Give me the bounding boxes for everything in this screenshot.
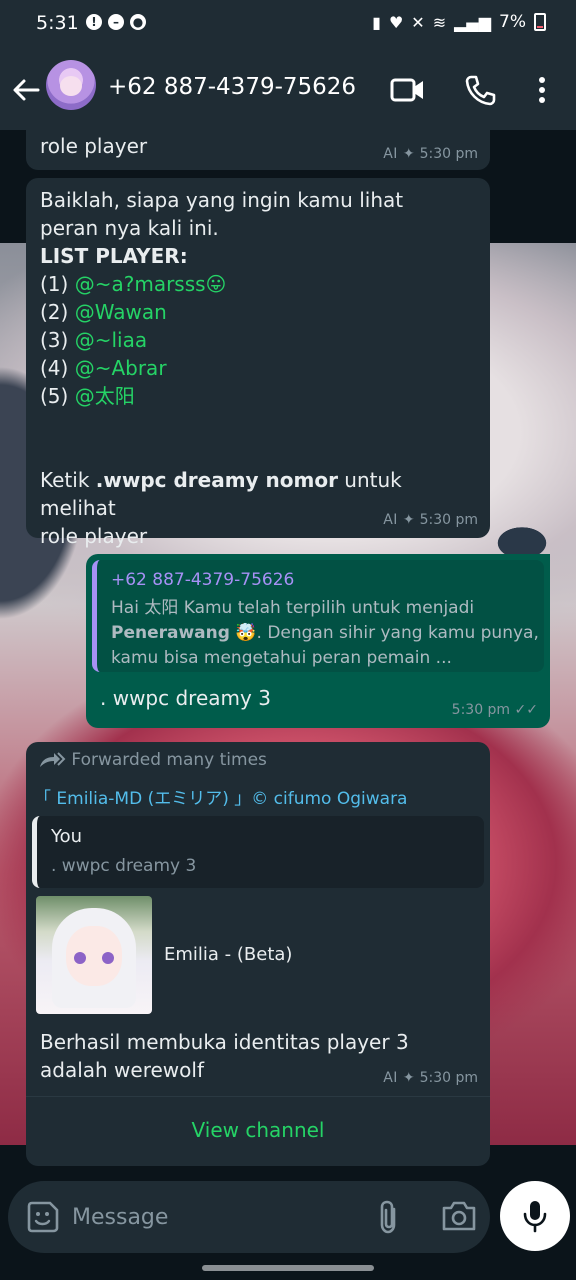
chat-header: +62 887-4379-75626 [0,50,576,130]
ai-badge: AI ✦ [383,1070,416,1086]
do-not-disturb-icon: – [108,14,124,30]
forwarded-label: Forwarded many times [38,750,267,770]
status-notification-icons: ! – ● [86,14,146,30]
incoming-message[interactable]: Forwarded many times 「 Emilia-MD (エミリア) … [26,742,490,1166]
wifi-icon: ≋ [432,12,447,32]
contact-name[interactable]: +62 887-4379-75626 [108,74,356,100]
player-number: (5) [40,384,69,408]
home-indicator[interactable] [202,1265,374,1271]
quote-author: You [51,826,83,847]
message-time: 5:30 pm [419,146,478,162]
player-item: (5) @太阳 [40,382,480,410]
signal-icon: ▂▄▆ [454,12,492,32]
player-mention[interactable]: @~liaa [75,328,147,352]
channel-name[interactable]: 「 Emilia-MD (エミリア) 」© cifumo Ogiwara [34,784,407,809]
player-item: (1) @~a?marsss😛 [40,270,480,298]
forward-icon [40,752,66,767]
reply-quote[interactable]: +62 887-4379-75626 Hai 太阳 Kamu telah ter… [92,560,544,672]
quote-text-part: Hai 太阳 Kamu telah terpilih untuk menjadi [111,598,475,618]
quote-text: . wwpc dreamy 3 [51,856,197,876]
mute-icon: ✕ [411,12,425,32]
message-text: . wwpc dreamy 3 [100,686,271,710]
attach-button[interactable] [374,1199,408,1235]
arrow-left-icon [13,79,40,101]
player-item: (2) @Wawan [40,298,480,326]
battery-icon [534,13,546,31]
video-call-button[interactable] [388,70,428,110]
account-icon: ● [130,14,146,30]
message-text: role player [40,134,148,158]
heart-icon: ♥ [388,12,404,32]
message-input[interactable] [72,1195,372,1239]
divider [26,1096,490,1097]
outgoing-message[interactable]: +62 887-4379-75626 Hai 太阳 Kamu telah ter… [86,554,550,728]
more-vertical-icon [539,77,545,103]
battery-saver-icon: ▮ [372,12,381,32]
phone-icon [465,75,496,106]
forwarded-text: Forwarded many times [71,750,267,770]
intro-line: Baiklah, siapa yang ingin kamu lihat [40,188,404,212]
contact-avatar[interactable] [46,60,96,110]
quote-author: +62 887-4379-75626 [111,570,295,590]
video-camera-icon [390,78,423,102]
status-bar: 5:31 ! – ● ▮ ♥ ✕ ≋ ▂▄▆ 7% [0,0,576,50]
incoming-message[interactable]: Baiklah, siapa yang ingin kamu lihat per… [26,178,490,548]
ai-badge: AI ✦ [383,146,416,162]
message-meta: AI ✦ 5:30 pm [383,1070,478,1086]
player-number: (2) [40,300,69,324]
voice-call-button[interactable] [460,70,500,110]
player-item: (4) @~Abrar [40,354,480,382]
status-time: 5:31 [36,12,79,34]
player-mention[interactable]: @~Abrar [75,356,167,380]
message-time: 5:30 pm [451,702,511,718]
microphone-icon [523,1201,547,1233]
message-time: 5:30 pm [419,512,478,528]
ai-badge: AI ✦ [383,512,416,528]
more-options-button[interactable] [522,70,562,110]
instruction-text: Ketik [40,468,96,492]
player-mention[interactable]: @~a?marsss😛 [75,272,227,296]
camera-button[interactable] [440,1199,478,1235]
message-line: Berhasil membuka identitas player 3 [40,1030,409,1054]
chat-area[interactable]: role player AI ✦ 5:30 pm Baiklah, siapa … [0,130,576,1175]
read-ticks-icon: ✓✓ [514,702,538,718]
emoji-button[interactable] [26,1200,60,1234]
player-number: (1) [40,272,69,296]
message-meta: 5:30 pm ✓✓ [452,702,538,718]
composer [0,1175,576,1280]
message-meta: AI ✦ 5:30 pm [383,512,478,528]
message-meta: AI ✦ 5:30 pm [383,146,478,162]
player-number: (4) [40,356,69,380]
player-number: (3) [40,328,69,352]
link-preview[interactable]: Emilia - (Beta) [32,894,484,1016]
message-input-box [8,1181,490,1253]
intro-line: peran nya kali ini. [40,216,219,240]
message-text: Baiklah, siapa yang ingin kamu lihat per… [40,186,480,550]
command-text: .wwpc dreamy nomor [95,468,338,492]
reply-quote[interactable]: You . wwpc dreamy 3 [32,816,484,888]
player-mention[interactable]: @太阳 [75,384,135,408]
view-channel-button[interactable]: View channel [26,1108,490,1152]
preview-thumbnail [36,896,152,1014]
player-mention[interactable]: @Wawan [75,300,167,324]
quote-text: Hai 太阳 Kamu telah terpilih untuk menjadi… [111,596,541,671]
message-time: 5:30 pm [419,1070,478,1086]
battery-percent: 7% [499,12,526,32]
list-title: LIST PLAYER: [40,244,188,268]
player-item: (3) @~liaa [40,326,480,354]
camera-icon [442,1201,476,1231]
preview-title: Emilia - (Beta) [164,944,293,965]
status-system-icons: ▮ ♥ ✕ ≋ ▂▄▆ 7% [372,12,546,32]
voice-message-button[interactable] [500,1181,570,1251]
paperclip-icon [380,1200,396,1234]
back-button[interactable] [8,72,44,108]
quote-role: Penerawang [111,623,230,643]
sticker-icon [27,1201,59,1233]
incoming-message[interactable]: role player AI ✦ 5:30 pm [26,130,490,170]
alert-icon: ! [86,14,102,30]
